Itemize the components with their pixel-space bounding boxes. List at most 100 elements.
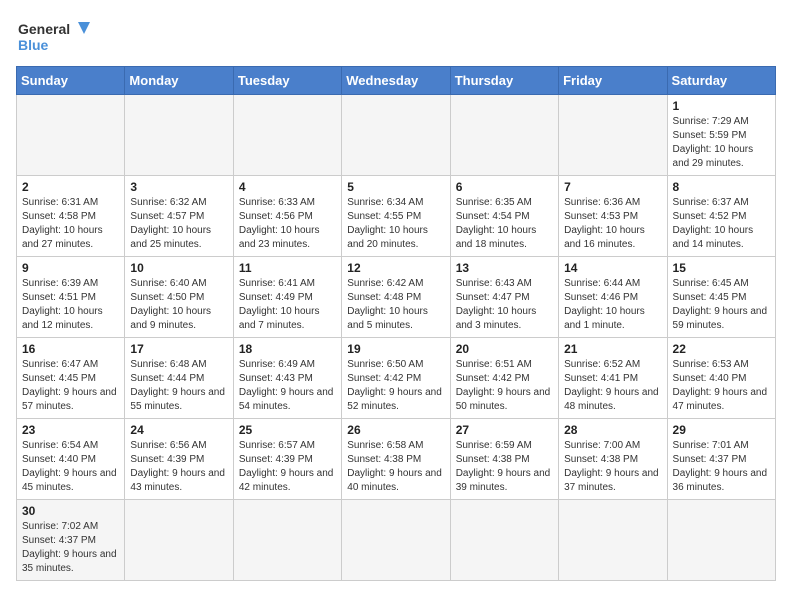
- calendar-cell: [559, 500, 667, 581]
- day-number: 21: [564, 342, 661, 356]
- calendar-cell: 23 Sunrise: 6:54 AM Sunset: 4:40 PM Dayli…: [17, 419, 125, 500]
- weekday-header-tuesday: Tuesday: [233, 67, 341, 95]
- day-number: 15: [673, 261, 770, 275]
- day-number: 14: [564, 261, 661, 275]
- day-info: Sunrise: 6:37 AM Sunset: 4:52 PM Dayligh…: [673, 196, 770, 252]
- calendar-cell: [233, 95, 341, 176]
- calendar-cell: 29 Sunrise: 7:01 AM Sunset: 4:37 PM Dayli…: [667, 419, 775, 500]
- day-info: Sunrise: 6:35 AM Sunset: 4:54 PM Dayligh…: [456, 196, 553, 252]
- day-number: 24: [130, 423, 227, 437]
- calendar-cell: 10 Sunrise: 6:40 AM Sunset: 4:50 PM Dayli…: [125, 257, 233, 338]
- calendar-cell: 26Sunrise: 6:58 AM Sunset: 4:38 PM Dayli…: [342, 419, 450, 500]
- day-info: Sunrise: 6:41 AM Sunset: 4:49 PM Dayligh…: [239, 277, 336, 333]
- weekday-header-row: SundayMondayTuesdayWednesdayThursdayFrid…: [17, 67, 776, 95]
- day-info: Sunrise: 6:43 AM Sunset: 4:47 PM Dayligh…: [456, 277, 553, 333]
- calendar-cell: [342, 500, 450, 581]
- calendar-cell: 25 Sunrise: 6:57 AM Sunset: 4:39 PM Dayli…: [233, 419, 341, 500]
- day-number: 8: [673, 180, 770, 194]
- calendar-week-row: 23 Sunrise: 6:54 AM Sunset: 4:40 PM Dayli…: [17, 419, 776, 500]
- calendar-cell: 20 Sunrise: 6:51 AM Sunset: 4:42 PM Dayli…: [450, 338, 558, 419]
- day-number: 28: [564, 423, 661, 437]
- calendar-week-row: 16 Sunrise: 6:47 AM Sunset: 4:45 PM Dayli…: [17, 338, 776, 419]
- day-info: Sunrise: 6:47 AM Sunset: 4:45 PM Dayligh…: [22, 358, 119, 414]
- day-info: Sunrise: 7:02 AM Sunset: 4:37 PM Dayligh…: [22, 520, 119, 576]
- day-number: 23: [22, 423, 119, 437]
- calendar-cell: [559, 95, 667, 176]
- svg-text:Blue: Blue: [18, 37, 49, 53]
- day-number: 25: [239, 423, 336, 437]
- day-number: 3: [130, 180, 227, 194]
- calendar-cell: [125, 500, 233, 581]
- calendar-table: SundayMondayTuesdayWednesdayThursdayFrid…: [16, 66, 776, 581]
- day-number: 19: [347, 342, 444, 356]
- calendar-cell: [125, 95, 233, 176]
- calendar-cell: [17, 95, 125, 176]
- day-number: 13: [456, 261, 553, 275]
- day-number: 2: [22, 180, 119, 194]
- calendar-cell: 13 Sunrise: 6:43 AM Sunset: 4:47 PM Dayli…: [450, 257, 558, 338]
- day-info: Sunrise: 6:59 AM Sunset: 4:38 PM Dayligh…: [456, 439, 553, 495]
- day-info: Sunrise: 6:45 AM Sunset: 4:45 PM Dayligh…: [673, 277, 770, 333]
- calendar-cell: 8 Sunrise: 6:37 AM Sunset: 4:52 PM Daylig…: [667, 176, 775, 257]
- day-number: 7: [564, 180, 661, 194]
- calendar-cell: [342, 95, 450, 176]
- calendar-week-row: 1 Sunrise: 7:29 AM Sunset: 5:59 PM Daylig…: [17, 95, 776, 176]
- day-info: Sunrise: 6:33 AM Sunset: 4:56 PM Dayligh…: [239, 196, 336, 252]
- calendar-cell: 30 Sunrise: 7:02 AM Sunset: 4:37 PM Dayli…: [17, 500, 125, 581]
- calendar-cell: 18Sunrise: 6:49 AM Sunset: 4:43 PM Dayli…: [233, 338, 341, 419]
- calendar-cell: 24Sunrise: 6:56 AM Sunset: 4:39 PM Dayli…: [125, 419, 233, 500]
- calendar-cell: 22Sunrise: 6:53 AM Sunset: 4:40 PM Dayli…: [667, 338, 775, 419]
- day-info: Sunrise: 6:40 AM Sunset: 4:50 PM Dayligh…: [130, 277, 227, 333]
- day-info: Sunrise: 6:34 AM Sunset: 4:55 PM Dayligh…: [347, 196, 444, 252]
- day-number: 1: [673, 99, 770, 113]
- calendar-cell: 28 Sunrise: 7:00 AM Sunset: 4:38 PM Dayli…: [559, 419, 667, 500]
- calendar-cell: 4 Sunrise: 6:33 AM Sunset: 4:56 PM Daylig…: [233, 176, 341, 257]
- day-info: Sunrise: 7:00 AM Sunset: 4:38 PM Dayligh…: [564, 439, 661, 495]
- day-info: Sunrise: 6:57 AM Sunset: 4:39 PM Dayligh…: [239, 439, 336, 495]
- day-number: 4: [239, 180, 336, 194]
- calendar-cell: 5 Sunrise: 6:34 AM Sunset: 4:55 PM Daylig…: [342, 176, 450, 257]
- calendar-cell: 11 Sunrise: 6:41 AM Sunset: 4:49 PM Dayli…: [233, 257, 341, 338]
- day-number: 5: [347, 180, 444, 194]
- calendar-cell: [450, 95, 558, 176]
- logo-icon: GeneralBlue: [16, 16, 96, 56]
- calendar-cell: 7 Sunrise: 6:36 AM Sunset: 4:53 PM Daylig…: [559, 176, 667, 257]
- day-number: 12: [347, 261, 444, 275]
- day-info: Sunrise: 7:01 AM Sunset: 4:37 PM Dayligh…: [673, 439, 770, 495]
- day-info: Sunrise: 6:50 AM Sunset: 4:42 PM Dayligh…: [347, 358, 444, 414]
- calendar-cell: 21Sunrise: 6:52 AM Sunset: 4:41 PM Dayli…: [559, 338, 667, 419]
- svg-text:General: General: [18, 21, 70, 37]
- logo: GeneralBlue: [16, 16, 96, 56]
- weekday-header-wednesday: Wednesday: [342, 67, 450, 95]
- calendar-cell: 17 Sunrise: 6:48 AM Sunset: 4:44 PM Dayli…: [125, 338, 233, 419]
- day-number: 16: [22, 342, 119, 356]
- day-info: Sunrise: 6:31 AM Sunset: 4:58 PM Dayligh…: [22, 196, 119, 252]
- day-info: Sunrise: 6:51 AM Sunset: 4:42 PM Dayligh…: [456, 358, 553, 414]
- calendar-cell: 14Sunrise: 6:44 AM Sunset: 4:46 PM Dayli…: [559, 257, 667, 338]
- day-number: 29: [673, 423, 770, 437]
- day-number: 22: [673, 342, 770, 356]
- calendar-cell: [667, 500, 775, 581]
- calendar-week-row: 2 Sunrise: 6:31 AM Sunset: 4:58 PM Daylig…: [17, 176, 776, 257]
- day-number: 9: [22, 261, 119, 275]
- day-number: 20: [456, 342, 553, 356]
- day-number: 17: [130, 342, 227, 356]
- calendar-cell: [450, 500, 558, 581]
- calendar-cell: 27 Sunrise: 6:59 AM Sunset: 4:38 PM Dayli…: [450, 419, 558, 500]
- day-number: 26: [347, 423, 444, 437]
- calendar-cell: 12Sunrise: 6:42 AM Sunset: 4:48 PM Dayli…: [342, 257, 450, 338]
- day-info: Sunrise: 6:48 AM Sunset: 4:44 PM Dayligh…: [130, 358, 227, 414]
- day-info: Sunrise: 6:39 AM Sunset: 4:51 PM Dayligh…: [22, 277, 119, 333]
- calendar-cell: 3Sunrise: 6:32 AM Sunset: 4:57 PM Daylig…: [125, 176, 233, 257]
- calendar-cell: 16 Sunrise: 6:47 AM Sunset: 4:45 PM Dayli…: [17, 338, 125, 419]
- day-number: 10: [130, 261, 227, 275]
- day-info: Sunrise: 6:36 AM Sunset: 4:53 PM Dayligh…: [564, 196, 661, 252]
- day-info: Sunrise: 6:54 AM Sunset: 4:40 PM Dayligh…: [22, 439, 119, 495]
- day-number: 27: [456, 423, 553, 437]
- page-header: GeneralBlue: [16, 16, 776, 56]
- day-number: 11: [239, 261, 336, 275]
- day-number: 6: [456, 180, 553, 194]
- day-number: 30: [22, 504, 119, 518]
- day-number: 18: [239, 342, 336, 356]
- day-info: Sunrise: 7:29 AM Sunset: 5:59 PM Dayligh…: [673, 115, 770, 171]
